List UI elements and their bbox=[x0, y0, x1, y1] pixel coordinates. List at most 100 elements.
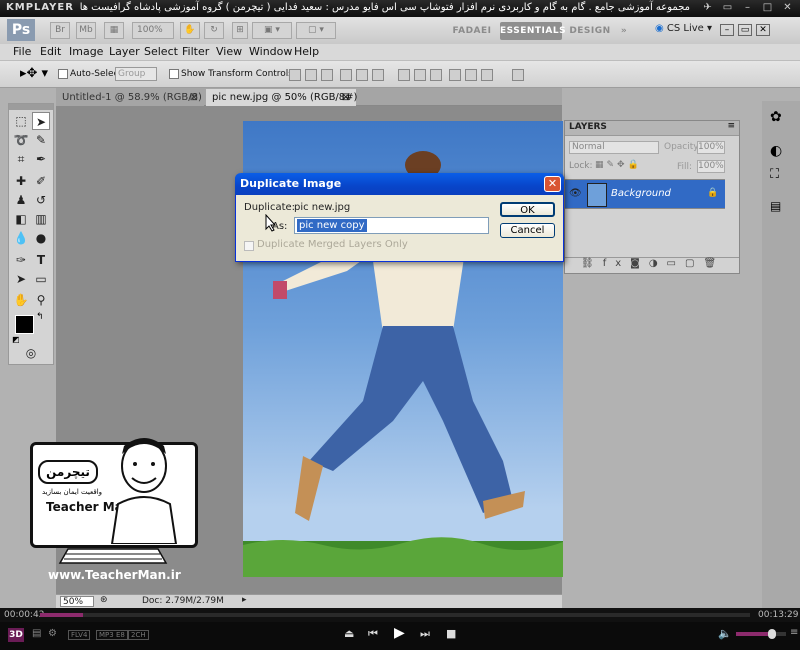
arrange-documents-button[interactable]: ▣ ▾ bbox=[252, 22, 292, 39]
layer-row-background[interactable]: 👁 Background 🔒 bbox=[565, 179, 725, 209]
distribute-top-icon[interactable] bbox=[398, 69, 410, 81]
auto-align-icon[interactable] bbox=[512, 69, 524, 81]
menu-icon[interactable]: ≡ bbox=[790, 627, 798, 638]
playlist-icon[interactable]: ▤ bbox=[32, 628, 41, 639]
align-right-icon[interactable] bbox=[372, 69, 384, 81]
quick-select-tool-icon[interactable]: ✎ bbox=[32, 131, 50, 149]
visibility-eye-icon[interactable]: 👁 bbox=[569, 188, 582, 199]
healing-brush-tool-icon[interactable]: ✚ bbox=[12, 172, 30, 190]
menu-window[interactable]: Window bbox=[249, 44, 292, 60]
quick-mask-icon[interactable]: ◎ bbox=[22, 344, 40, 362]
next-icon[interactable]: ⏭ bbox=[420, 627, 430, 641]
menu-filter[interactable]: Filter bbox=[182, 44, 209, 60]
swap-colors-icon[interactable]: ↰ bbox=[36, 312, 44, 322]
seek-bar[interactable] bbox=[40, 613, 750, 617]
path-selection-tool-icon[interactable]: ➤ bbox=[12, 270, 30, 288]
volume-slider[interactable] bbox=[736, 629, 786, 639]
mini-bridge-button[interactable]: Mb bbox=[76, 22, 96, 39]
layers-footer-icons[interactable]: ⛓fx◙◑▭▢🗑 bbox=[565, 257, 739, 273]
align-top-icon[interactable] bbox=[289, 69, 301, 81]
volume-icon[interactable]: 🔈 bbox=[718, 627, 732, 640]
blend-mode-select[interactable]: Normal bbox=[569, 141, 659, 154]
hand-tool-icon[interactable]: ✋ bbox=[12, 291, 30, 309]
merged-layers-checkbox[interactable] bbox=[244, 241, 254, 251]
auto-select-dropdown[interactable]: Group bbox=[115, 67, 157, 81]
pen-tool-icon[interactable]: ✑ bbox=[12, 251, 30, 269]
volume-slider-thumb[interactable] bbox=[768, 629, 776, 639]
settings-icon[interactable]: ⚙ bbox=[48, 628, 57, 639]
view-extras-button[interactable]: ▦ bbox=[104, 22, 124, 39]
menu-layer[interactable]: Layer bbox=[109, 44, 140, 60]
default-colors-icon[interactable]: ◩ bbox=[12, 335, 20, 344]
screen-mode-button[interactable]: ▢ ▾ bbox=[296, 22, 336, 39]
rotate-view-icon[interactable]: ↻ bbox=[204, 22, 224, 39]
auto-select-checkbox[interactable] bbox=[58, 69, 68, 79]
eject-icon[interactable]: ⏏ bbox=[344, 627, 354, 640]
maximize-icon[interactable]: □ bbox=[760, 1, 775, 15]
color-panel-icon[interactable]: ✿ bbox=[770, 109, 782, 125]
workspace-design[interactable]: DESIGN bbox=[568, 22, 612, 40]
bridge-button[interactable]: Br bbox=[50, 22, 70, 39]
tab-untitled-1[interactable]: Untitled-1 @ 58.9% (RGB/8) ⊠ bbox=[56, 89, 204, 106]
align-hcenter-icon[interactable] bbox=[356, 69, 368, 81]
tools-panel-header[interactable] bbox=[9, 104, 53, 110]
fill-field[interactable]: 100% bbox=[697, 160, 725, 173]
menu-file[interactable]: File bbox=[13, 44, 31, 60]
foreground-color-swatch[interactable] bbox=[15, 315, 34, 334]
panel-menu-icon[interactable]: ≡ bbox=[727, 121, 735, 131]
minimize-icon[interactable]: – bbox=[740, 1, 755, 15]
status-info-icon[interactable]: ⊛ bbox=[100, 595, 108, 605]
distribute-right-icon[interactable] bbox=[481, 69, 493, 81]
distribute-vcenter-icon[interactable] bbox=[414, 69, 426, 81]
crop-tool-icon[interactable]: ⌗ bbox=[12, 150, 30, 168]
gradient-tool-icon[interactable]: ▥ bbox=[32, 210, 50, 228]
clone-stamp-tool-icon[interactable]: ♟ bbox=[12, 191, 30, 209]
workspace-essentials[interactable]: ESSENTIALS bbox=[500, 22, 566, 40]
menu-edit[interactable]: Edit bbox=[40, 44, 61, 60]
align-vcenter-icon[interactable] bbox=[305, 69, 317, 81]
cancel-button[interactable]: Cancel bbox=[500, 223, 555, 238]
workspace-fadaei[interactable]: FADAEI bbox=[450, 22, 494, 40]
adjustments-icon[interactable]: ◐ bbox=[770, 143, 782, 159]
eraser-tool-icon[interactable]: ◧ bbox=[12, 210, 30, 228]
history-brush-tool-icon[interactable]: ↺ bbox=[32, 191, 50, 209]
move-tool-preset-icon[interactable]: ▸✥ ▾ bbox=[20, 66, 48, 81]
grid-icon[interactable]: ⊞ bbox=[232, 22, 248, 39]
move-tool-icon[interactable]: ➤ bbox=[32, 112, 50, 130]
marquee-tool-icon[interactable]: ⬚ bbox=[12, 112, 30, 130]
opacity-field[interactable]: 100% bbox=[697, 141, 725, 154]
play-icon[interactable]: ▶ bbox=[394, 625, 405, 641]
close-tab-icon[interactable]: ⊠ bbox=[342, 89, 350, 106]
shape-tool-icon[interactable]: ▭ bbox=[32, 270, 50, 288]
dialog-title-bar[interactable]: Duplicate Image ✕ bbox=[235, 173, 564, 195]
masks-icon[interactable]: ⛶ bbox=[770, 167, 779, 182]
align-bottom-icon[interactable] bbox=[321, 69, 333, 81]
zoom-tool-icon[interactable]: ⚲ bbox=[32, 291, 50, 309]
blur-tool-icon[interactable]: 💧 bbox=[12, 229, 30, 247]
close-icon[interactable]: ✕ bbox=[780, 1, 795, 15]
3d-mode-button[interactable]: 3D bbox=[8, 628, 24, 642]
menu-image[interactable]: Image bbox=[69, 44, 103, 60]
menu-view[interactable]: View bbox=[216, 44, 242, 60]
brush-tool-icon[interactable]: ✐ bbox=[32, 172, 50, 190]
more-workspaces-icon[interactable]: » bbox=[614, 22, 634, 40]
distribute-bottom-icon[interactable] bbox=[430, 69, 442, 81]
dodge-tool-icon[interactable]: ● bbox=[32, 229, 50, 247]
lasso-tool-icon[interactable]: ➰ bbox=[12, 131, 30, 149]
minimize-ps-icon[interactable]: – bbox=[720, 24, 734, 36]
compact-icon[interactable]: ▭ bbox=[720, 1, 735, 15]
layer-name[interactable]: Background bbox=[611, 188, 671, 199]
styles-icon[interactable]: ▤ bbox=[770, 199, 781, 213]
tab-pic-new[interactable]: pic new.jpg @ 50% (RGB/8#) ⊠ bbox=[206, 89, 357, 106]
zoom-level-select[interactable]: 100% bbox=[132, 22, 174, 39]
layers-tab[interactable]: LAYERS bbox=[569, 122, 607, 132]
restore-ps-icon[interactable]: ▭ bbox=[738, 24, 752, 36]
eyedropper-tool-icon[interactable]: ✒ bbox=[32, 150, 50, 168]
hand-icon[interactable]: ✋ bbox=[180, 22, 200, 39]
status-zoom-field[interactable]: 50% bbox=[60, 596, 94, 607]
as-name-input[interactable]: pic new copy bbox=[294, 217, 489, 234]
menu-select[interactable]: Select bbox=[144, 44, 178, 60]
cs-live-button[interactable]: ◉ CS Live ▾ bbox=[655, 23, 712, 34]
pin-icon[interactable]: ✈ bbox=[700, 1, 715, 15]
type-tool-icon[interactable]: T bbox=[32, 251, 50, 269]
